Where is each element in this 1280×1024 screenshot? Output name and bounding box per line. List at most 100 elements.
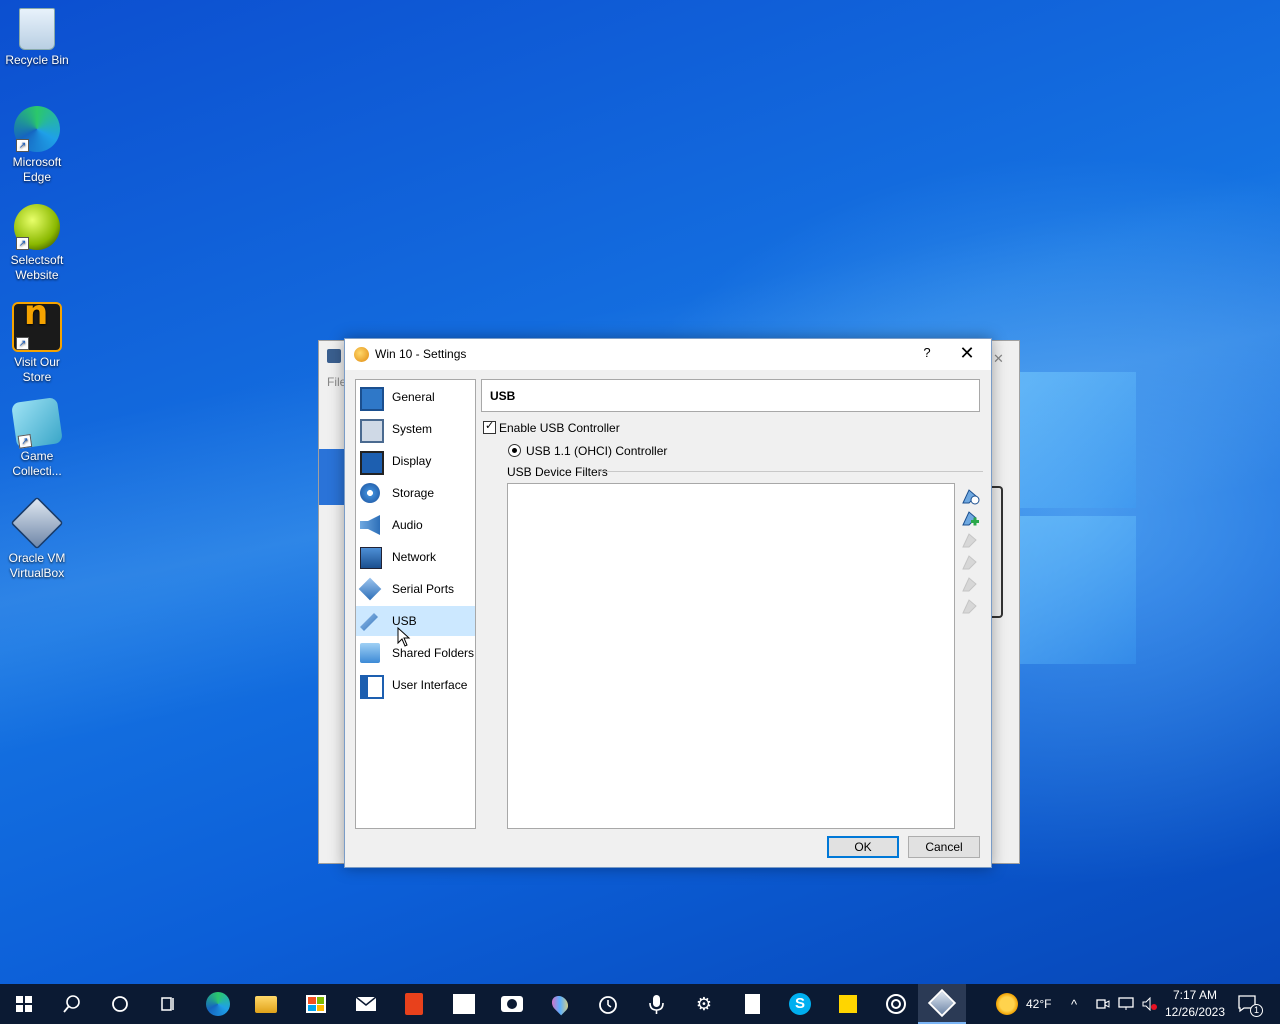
search-icon[interactable] xyxy=(48,984,96,1024)
general-icon xyxy=(360,387,384,411)
alarms-clock-icon[interactable] xyxy=(584,984,632,1024)
serial-ports-icon xyxy=(358,577,382,601)
nav-item-user-interface[interactable]: User Interface xyxy=(356,670,475,700)
weather-widget[interactable]: 42°F xyxy=(996,984,1051,1024)
settings-nav-list[interactable]: General System Display Storage Audio Net… xyxy=(355,379,476,829)
network-icon xyxy=(360,547,382,569)
virtualbox-icon xyxy=(10,496,64,550)
nav-item-audio[interactable]: Audio xyxy=(356,510,475,540)
taskbar-clock[interactable]: 7:17 AM 12/26/2023 xyxy=(1160,987,1230,1021)
volume-muted-icon[interactable] xyxy=(1142,984,1158,1024)
usb-controller-radio[interactable] xyxy=(508,444,521,457)
move-filter-down-icon xyxy=(960,596,980,616)
start-button[interactable] xyxy=(0,984,48,1024)
edge-taskbar-icon[interactable] xyxy=(194,984,242,1024)
mail-icon[interactable] xyxy=(342,984,390,1024)
desktop-icon-store[interactable]: n ↗ Visit Our Store xyxy=(2,296,72,385)
nav-item-general[interactable]: General xyxy=(356,382,475,412)
dialog-titlebar[interactable]: Win 10 - Settings ? ✕ xyxy=(345,339,991,370)
section-title: USB xyxy=(490,389,516,403)
scroll-handle xyxy=(991,486,1003,618)
paint-icon[interactable] xyxy=(536,984,584,1024)
store-taskbar-icon[interactable] xyxy=(292,984,340,1024)
mouse-cursor-icon xyxy=(397,627,411,647)
add-filter-from-device-icon[interactable] xyxy=(960,508,980,528)
section-header: USB xyxy=(481,379,980,412)
display-icon xyxy=(360,451,384,475)
taskbar: ⚙ S 42°F ^ 7:17 AM 12/26/2023 1 xyxy=(0,984,1280,1024)
shared-folders-icon xyxy=(360,643,380,663)
storage-icon xyxy=(360,483,380,503)
nav-item-display[interactable]: Display xyxy=(356,446,475,476)
usb-filter-list[interactable] xyxy=(507,483,955,829)
desktop-icon-label: Visit Our Store xyxy=(14,355,60,384)
nav-item-shared-folders[interactable]: Shared Folders xyxy=(356,638,475,668)
movies-icon[interactable] xyxy=(440,984,488,1024)
sticky-notes-icon[interactable] xyxy=(824,984,872,1024)
task-view-icon[interactable] xyxy=(144,984,192,1024)
settings-app-icon xyxy=(354,347,369,362)
edit-filter-icon xyxy=(960,530,980,550)
virtualbox-taskbar-icon[interactable] xyxy=(918,984,966,1024)
audio-icon xyxy=(360,515,380,535)
clock-time: 7:17 AM xyxy=(1172,988,1218,1002)
help-button[interactable]: ? xyxy=(917,345,937,363)
nav-item-storage[interactable]: Storage xyxy=(356,478,475,508)
desktop-icon-label: Oracle VM VirtualBox xyxy=(8,551,66,580)
desktop-icon-label: Selectsoft Website xyxy=(10,253,64,282)
close-icon[interactable]: ✕ xyxy=(993,351,1004,367)
enable-usb-checkbox[interactable] xyxy=(483,419,496,434)
desktop-icon-recycle-bin[interactable]: Recycle Bin xyxy=(2,2,72,68)
move-filter-up-icon xyxy=(960,574,980,594)
network-tray-icon[interactable] xyxy=(1118,984,1134,1024)
wallpaper-logo-pane xyxy=(1018,516,1136,664)
clock-date: 12/26/2023 xyxy=(1164,1005,1226,1019)
wallpaper-logo-pane xyxy=(1018,372,1136,508)
file-explorer-icon[interactable] xyxy=(242,984,290,1024)
settings-gear-icon[interactable]: ⚙ xyxy=(680,984,728,1024)
nav-item-system[interactable]: System xyxy=(356,414,475,444)
desktop-icon-virtualbox[interactable]: Oracle VM VirtualBox xyxy=(2,492,72,581)
notification-count-badge: 1 xyxy=(1250,1003,1263,1017)
desktop-icon-label: Game Collecti... xyxy=(12,449,62,478)
desktop-icon-selectsoft[interactable]: ↗ Selectsoft Website xyxy=(2,198,72,283)
recycle-bin-icon xyxy=(19,8,55,50)
cancel-button[interactable]: Cancel xyxy=(908,836,980,858)
meet-now-icon[interactable] xyxy=(1096,984,1110,1024)
ok-button[interactable]: OK xyxy=(827,836,899,858)
user-interface-icon xyxy=(360,675,384,699)
close-button[interactable]: ✕ xyxy=(955,343,979,365)
enable-usb-label[interactable]: Enable USB Controller xyxy=(499,421,620,435)
voice-recorder-icon[interactable] xyxy=(632,984,680,1024)
weather-temperature: 42°F xyxy=(1026,997,1052,1011)
show-hidden-icons-chevron-icon[interactable]: ^ xyxy=(1071,984,1077,1024)
desktop-icon-game-collection[interactable]: ↗ Game Collecti... xyxy=(2,394,72,479)
usb-icon xyxy=(360,613,378,631)
system-icon xyxy=(360,419,384,443)
skype-icon[interactable]: S xyxy=(776,984,824,1024)
desktop-icon-edge[interactable]: ↗ Microsoft Edge xyxy=(2,100,72,185)
dice-icon: ↗ xyxy=(11,397,63,449)
desktop-icon-label: Recycle Bin xyxy=(5,53,69,67)
action-center-icon[interactable]: 1 xyxy=(1238,984,1271,1024)
cortana-icon[interactable] xyxy=(96,984,144,1024)
notepad-icon[interactable] xyxy=(728,984,776,1024)
nav-item-usb[interactable]: USB xyxy=(356,606,475,636)
add-filter-icon[interactable] xyxy=(960,486,980,506)
virtualbox-icon xyxy=(327,349,341,363)
weather-sun-icon xyxy=(996,993,1018,1015)
vm-list-selection[interactable] xyxy=(319,449,347,505)
store-icon: n ↗ xyxy=(12,296,62,352)
groove-music-icon[interactable] xyxy=(872,984,920,1024)
usb-filters-label: USB Device Filters xyxy=(507,465,608,479)
nav-item-network[interactable]: Network xyxy=(356,542,475,572)
remove-filter-icon xyxy=(960,552,980,572)
nav-item-serial-ports[interactable]: Serial Ports xyxy=(356,574,475,604)
camera-icon[interactable] xyxy=(488,984,536,1024)
desktop: Recycle Bin ↗ Microsoft Edge ↗ Selectsof… xyxy=(0,0,1280,984)
selectsoft-icon: ↗ xyxy=(14,204,60,250)
usb-controller-label[interactable]: USB 1.1 (OHCI) Controller xyxy=(526,444,667,458)
settings-dialog[interactable]: Win 10 - Settings ? ✕ General System Dis… xyxy=(344,338,992,868)
dialog-title: Win 10 - Settings xyxy=(375,347,467,361)
office-icon[interactable] xyxy=(390,984,438,1024)
